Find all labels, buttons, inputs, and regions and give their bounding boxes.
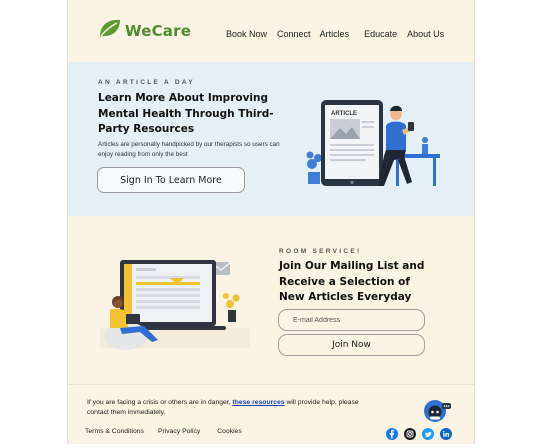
hero-subtitle: Articles are personally handpicked by ou… bbox=[98, 141, 280, 158]
sign-in-button[interactable]: Sign In To Learn More bbox=[97, 167, 245, 193]
chatbot-icon bbox=[424, 400, 451, 422]
nav-book-now[interactable]: Book Now bbox=[226, 29, 267, 39]
social-links bbox=[386, 428, 452, 440]
linkedin-icon[interactable] bbox=[440, 428, 452, 440]
site-footer: If you are facing a crisis or others are… bbox=[68, 384, 474, 444]
nav-about-us[interactable]: About Us bbox=[407, 29, 444, 39]
hero-eyebrow: AN ARTICLE A DAY bbox=[98, 79, 195, 86]
nav-educate[interactable]: Educate bbox=[364, 29, 397, 39]
site-header: WeCare Book Now Connect Articles Educate… bbox=[68, 0, 474, 62]
email-field[interactable] bbox=[278, 309, 425, 331]
footer-links: Terms & Conditions Privacy Policy Cookie… bbox=[85, 428, 242, 435]
reading-tablet-illustration: ARTICLE bbox=[304, 94, 444, 199]
laptop-reading-illustration bbox=[100, 248, 250, 363]
cookies-link[interactable]: Cookies bbox=[217, 428, 242, 435]
brand-name: WeCare bbox=[125, 21, 192, 40]
privacy-link[interactable]: Privacy Policy bbox=[158, 428, 200, 435]
nav-connect[interactable]: Connect bbox=[277, 29, 311, 39]
terms-link[interactable]: Terms & Conditions bbox=[85, 428, 144, 435]
crisis-text-before: If you are facing a crisis or others are… bbox=[87, 399, 233, 406]
hero-title: Learn More About Improving Mental Health… bbox=[98, 92, 274, 135]
mailing-eyebrow: ROOM SERVICE! bbox=[279, 248, 362, 255]
join-now-button[interactable]: Join Now bbox=[278, 334, 425, 356]
mailing-list-section: ROOM SERVICE! Join Our Mailing List and … bbox=[68, 216, 474, 384]
leaf-icon bbox=[98, 17, 122, 44]
wecare-logo[interactable]: WeCare bbox=[98, 17, 191, 44]
article-label: ARTICLE bbox=[331, 111, 357, 117]
facebook-icon[interactable] bbox=[386, 428, 398, 440]
mailing-title: Join Our Mailing List and Receive a Sele… bbox=[279, 260, 425, 303]
page: WeCare Book Now Connect Articles Educate… bbox=[67, 0, 475, 444]
instagram-icon[interactable] bbox=[404, 428, 416, 440]
crisis-resources-link[interactable]: these resources bbox=[232, 399, 284, 406]
main-nav: Book Now Connect Articles Educate About … bbox=[226, 29, 444, 39]
chatbot-button[interactable] bbox=[424, 398, 452, 424]
crisis-notice: If you are facing a crisis or others are… bbox=[87, 398, 377, 418]
twitter-icon[interactable] bbox=[422, 428, 434, 440]
nav-articles[interactable]: Articles bbox=[320, 29, 350, 39]
articles-hero: AN ARTICLE A DAY Learn More About Improv… bbox=[68, 62, 474, 216]
